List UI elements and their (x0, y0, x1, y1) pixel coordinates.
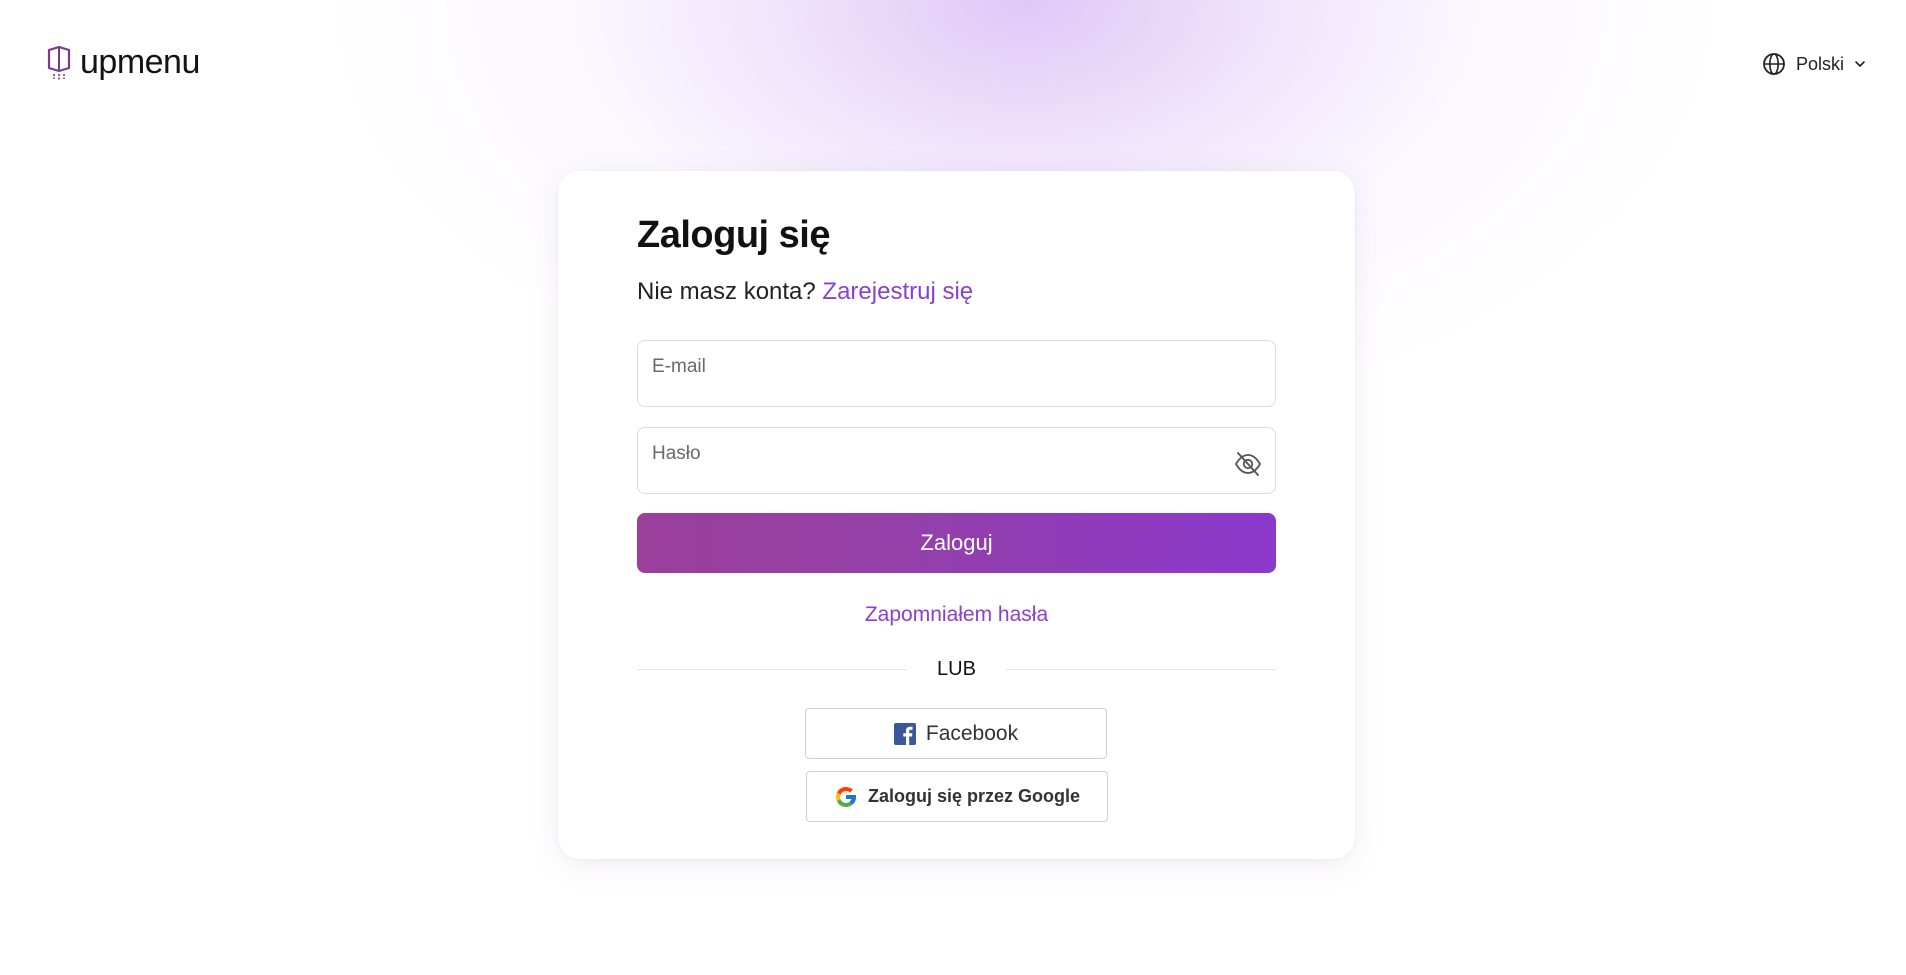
register-prompt: Nie masz konta? Zarejestruj się (637, 278, 973, 306)
or-divider: LUB (637, 656, 1276, 682)
register-link[interactable]: Zarejestruj się (822, 278, 973, 305)
facebook-label: Facebook (925, 721, 1019, 745)
forgot-password-link[interactable]: Zapomniałem hasła (637, 603, 1276, 627)
no-account-text: Nie masz konta? (637, 278, 816, 305)
logo-text: upmenu (80, 43, 200, 81)
language-selector[interactable]: Polski (1762, 52, 1866, 76)
login-button[interactable]: Zaloguj (637, 513, 1276, 573)
password-field[interactable] (637, 427, 1276, 494)
google-label: Zaloguj się przez Google (867, 786, 1081, 806)
globe-icon (1763, 53, 1785, 75)
upmenu-logo-icon (47, 46, 71, 81)
divider-line-right (1006, 669, 1276, 670)
language-label: Polski (1795, 53, 1844, 74)
eye-off-icon[interactable] (1233, 449, 1263, 479)
password-input[interactable] (638, 428, 1275, 493)
logo[interactable]: upmenu (46, 43, 200, 82)
email-field[interactable] (637, 340, 1276, 407)
facebook-login-button[interactable]: Facebook (805, 708, 1107, 759)
login-card: Zaloguj się Nie masz konta? Zarejestruj … (558, 171, 1355, 859)
page-title: Zaloguj się (637, 214, 830, 256)
chevron-down-icon (1855, 61, 1865, 67)
facebook-icon (893, 722, 916, 745)
google-icon (835, 786, 856, 807)
login-page: upmenu Polski Zaloguj się Nie masz konta… (0, 0, 1906, 975)
email-input[interactable] (638, 341, 1275, 406)
google-login-button[interactable]: Zaloguj się przez Google (806, 771, 1108, 822)
